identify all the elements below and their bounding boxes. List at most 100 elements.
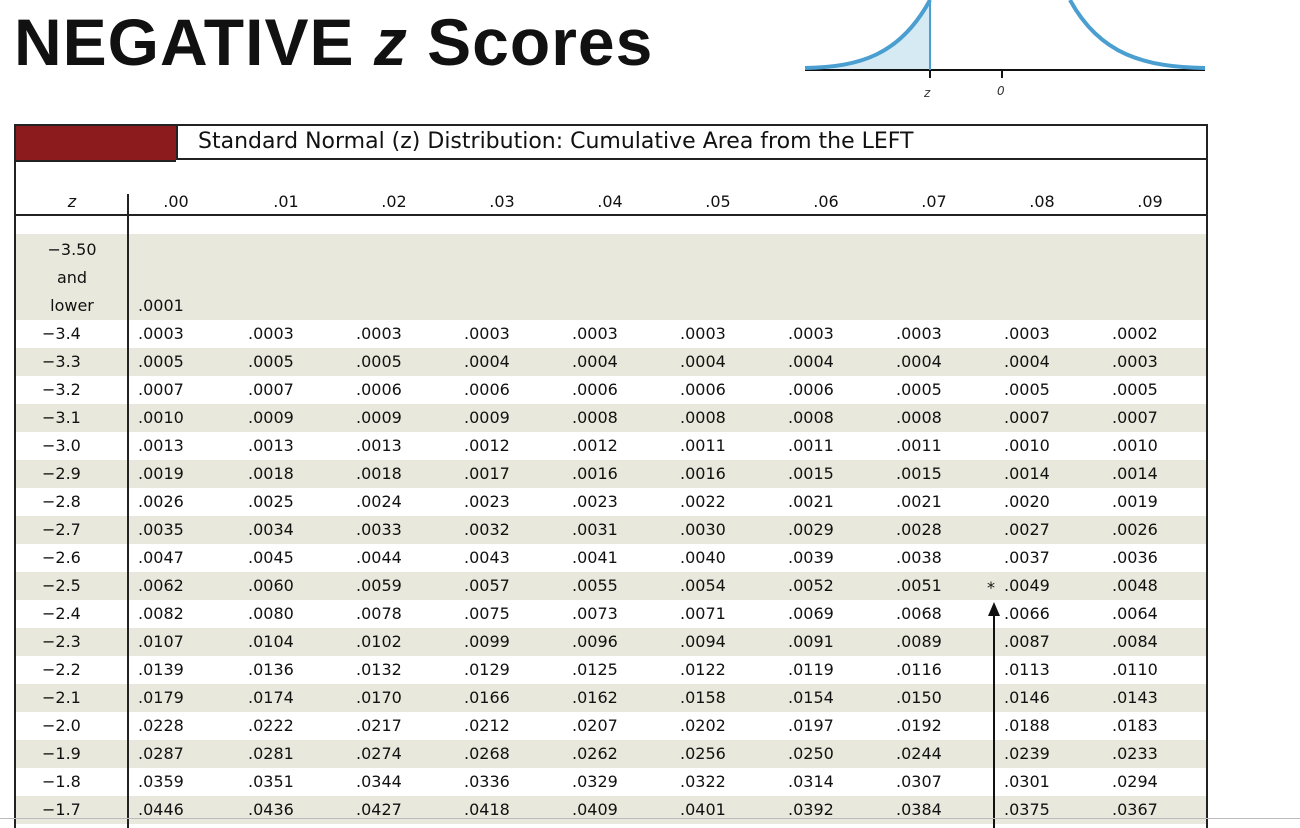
- table-cell: .0073: [572, 604, 618, 623]
- table-cell: .0009: [464, 408, 510, 427]
- column-header: .01: [273, 192, 299, 211]
- table-cell: .0006: [572, 380, 618, 399]
- table-cell: .0359: [138, 772, 184, 791]
- table-cell: .0052: [788, 576, 834, 595]
- z-row-label: −2.6: [42, 548, 81, 567]
- table-cell: .0344: [356, 772, 402, 791]
- table-cell: .0104: [248, 632, 294, 651]
- table-cell: .0014: [1112, 464, 1158, 483]
- table-cell: .0027: [1004, 520, 1050, 539]
- table-cell: .0036: [1112, 548, 1158, 567]
- table-cell: .0010: [138, 408, 184, 427]
- table-cell: .0143: [1112, 688, 1158, 707]
- table-cell: .0012: [464, 436, 510, 455]
- table-cell: .0287: [138, 744, 184, 763]
- table-cell: .0017: [464, 464, 510, 483]
- table-cell: .0002: [1112, 324, 1158, 343]
- z-label-first-row: −3.50: [47, 240, 97, 259]
- page-title: NEGATIVE z Scores: [14, 2, 653, 82]
- table-cell: .0023: [464, 492, 510, 511]
- table-cell: .0005: [138, 352, 184, 371]
- table-cell: .0107: [138, 632, 184, 651]
- table-cell: .0179: [138, 688, 184, 707]
- table-cell: .0004: [464, 352, 510, 371]
- z-row-label: −1.7: [42, 800, 81, 819]
- table-cell: .0010: [1112, 436, 1158, 455]
- table-cell: .0003: [680, 324, 726, 343]
- z-label-first-row: lower: [50, 296, 94, 315]
- table-cell: .0035: [138, 520, 184, 539]
- table-cell: .0003: [1112, 352, 1158, 371]
- table-cell: .0038: [896, 548, 942, 567]
- table-cell: .0018: [356, 464, 402, 483]
- table-cell: .0192: [896, 716, 942, 735]
- column-header: .04: [597, 192, 623, 211]
- table-cell: .0021: [788, 492, 834, 511]
- table-cell: .0016: [572, 464, 618, 483]
- table-cell: .0045: [248, 548, 294, 567]
- table-cell: .0026: [138, 492, 184, 511]
- table-cell: .0307: [896, 772, 942, 791]
- table-cell: .0075: [464, 604, 510, 623]
- z-row-label: −2.9: [42, 464, 81, 483]
- table-cell: .0008: [896, 408, 942, 427]
- table-cell: .0069: [788, 604, 834, 623]
- table-cell: .0011: [788, 436, 834, 455]
- table-cell: .0110: [1112, 660, 1158, 679]
- table-cell: .0005: [1112, 380, 1158, 399]
- table-cell: .0096: [572, 632, 618, 651]
- table-cell: .0004: [680, 352, 726, 371]
- table-cell: .0013: [248, 436, 294, 455]
- table-cell: .0119: [788, 660, 834, 679]
- table-cell: .0262: [572, 744, 618, 763]
- table-cell: .0013: [138, 436, 184, 455]
- table-cell: .0044: [356, 548, 402, 567]
- table-cell: .0023: [572, 492, 618, 511]
- z-row-label: −3.2: [42, 380, 81, 399]
- table-cell: .0003: [356, 324, 402, 343]
- table-cell: .0197: [788, 716, 834, 735]
- heading-divider: [16, 160, 176, 162]
- column-header: .03: [489, 192, 515, 211]
- table-cell: .0113: [1004, 660, 1050, 679]
- z-row-label: −2.3: [42, 632, 81, 651]
- table-cell: .0233: [1112, 744, 1158, 763]
- z-label-first-row: and: [56, 268, 88, 287]
- column-header: .07: [921, 192, 947, 211]
- table-cell: .0091: [788, 632, 834, 651]
- table-cell: .0116: [896, 660, 942, 679]
- table-cell: .0029: [788, 520, 834, 539]
- table-cell: .0003: [896, 324, 942, 343]
- table-cell: .0007: [138, 380, 184, 399]
- bell-curve-line: [804, 0, 1206, 70]
- table-cell: .0005: [896, 380, 942, 399]
- table-cell: .0049: [1004, 576, 1050, 595]
- table-cell: .0139: [138, 660, 184, 679]
- table-cell: .0212: [464, 716, 510, 735]
- table-cell: .0122: [680, 660, 726, 679]
- header-divider: [16, 214, 1206, 216]
- table-cell: .0274: [356, 744, 402, 763]
- table-cell: .0010: [1004, 436, 1050, 455]
- table-cell: .0329: [572, 772, 618, 791]
- table-cell: .0064: [1112, 604, 1158, 623]
- table-cell: .0015: [788, 464, 834, 483]
- table-cell: .0375: [1004, 800, 1050, 819]
- table-heading: Standard Normal (z) Distribution: Cumula…: [176, 126, 1206, 160]
- table-cell: .0281: [248, 744, 294, 763]
- z-row-label: −3.1: [42, 408, 81, 427]
- table-cell: .0005: [356, 352, 402, 371]
- table-cell: .0294: [1112, 772, 1158, 791]
- table-cell: .0024: [356, 492, 402, 511]
- table-cell: .0166: [464, 688, 510, 707]
- table-cell: .0217: [356, 716, 402, 735]
- table-cell: .0003: [1004, 324, 1050, 343]
- curve-zero-label: 0: [997, 84, 1005, 98]
- table-cell: .0136: [248, 660, 294, 679]
- table-cell: .0019: [1112, 492, 1158, 511]
- table-cell: .0392: [788, 800, 834, 819]
- table-cell: .0022: [680, 492, 726, 511]
- table-cell: .0011: [680, 436, 726, 455]
- z-row-label: −3.0: [42, 436, 81, 455]
- table-cell: .0008: [572, 408, 618, 427]
